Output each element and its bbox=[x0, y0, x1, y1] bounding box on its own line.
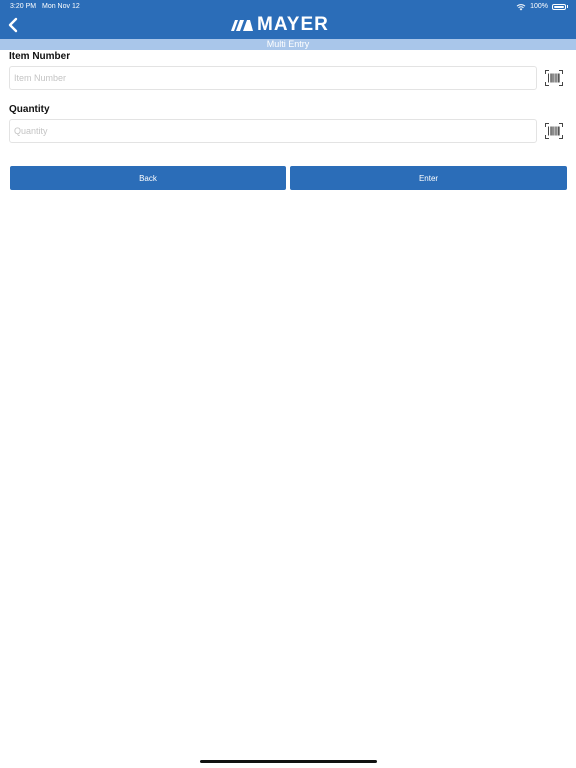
enter-button[interactable]: Enter bbox=[290, 166, 567, 190]
mayer-logo: MAYER bbox=[231, 14, 329, 35]
quantity-barcode-scan-icon[interactable] bbox=[545, 123, 563, 139]
battery-tip bbox=[567, 5, 568, 8]
app-header: 3:20 PM Mon Nov 12 100% MAYER bbox=[0, 0, 576, 39]
battery-percent: 100% bbox=[530, 3, 548, 10]
status-time: 3:20 PM bbox=[10, 3, 37, 10]
home-indicator[interactable] bbox=[200, 760, 377, 763]
logo-text: MAYER bbox=[257, 14, 329, 35]
back-chevron-icon[interactable] bbox=[6, 17, 20, 33]
quantity-label: Quantity bbox=[9, 104, 50, 115]
quantity-input[interactable] bbox=[9, 119, 537, 143]
status-date: Mon Nov 12 bbox=[42, 3, 80, 10]
wifi-icon bbox=[516, 3, 526, 10]
item-number-input[interactable] bbox=[9, 66, 537, 90]
item-number-barcode-scan-icon[interactable] bbox=[545, 70, 563, 86]
mayer-logo-icon bbox=[231, 19, 253, 31]
page-subtitle: Multi Entry bbox=[0, 39, 576, 50]
status-bar: 3:20 PM Mon Nov 12 100% bbox=[0, 0, 576, 13]
battery-icon bbox=[552, 3, 566, 10]
back-button[interactable]: Back bbox=[10, 166, 286, 190]
item-number-label: Item Number bbox=[9, 51, 71, 62]
status-indicators: 100% bbox=[516, 2, 568, 11]
